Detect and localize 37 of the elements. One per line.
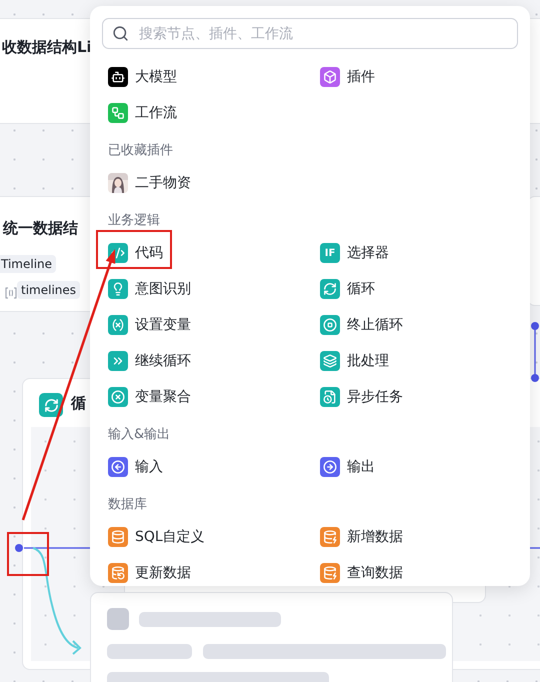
search-field[interactable]: 搜索节点、插件、工作流 bbox=[102, 18, 518, 49]
search-icon bbox=[112, 25, 129, 42]
port-dot[interactable] bbox=[531, 322, 539, 330]
array-icon bbox=[5, 287, 17, 299]
menu-item[interactable]: 大模型 bbox=[108, 59, 320, 95]
menu-item[interactable]: 查询数据 bbox=[320, 555, 520, 586]
menu-item[interactable]: 新增数据 bbox=[320, 519, 520, 555]
menu-item[interactable]: 循环 bbox=[320, 271, 520, 307]
node-title: 循 bbox=[71, 394, 86, 413]
menu-item[interactable]: 意图识别 bbox=[108, 271, 320, 307]
section-title: 数据库 bbox=[108, 496, 147, 514]
section-title: 已收藏插件 bbox=[108, 142, 173, 160]
cycle-icon bbox=[39, 393, 63, 417]
menu-item[interactable]: 工作流 bbox=[108, 95, 320, 131]
menu-item[interactable]: 批处理 bbox=[320, 343, 520, 379]
menu-item[interactable]: 更新数据 bbox=[108, 555, 320, 586]
if-icon: IF bbox=[320, 243, 340, 263]
skeleton-block bbox=[107, 608, 129, 630]
menu-item[interactable]: 异步任务 bbox=[320, 379, 520, 415]
highlight-frame bbox=[7, 532, 49, 576]
menu-item[interactable]: 设置变量 bbox=[108, 307, 320, 343]
port-dot[interactable] bbox=[531, 374, 539, 382]
menu-item[interactable]: IF 选择器 bbox=[320, 235, 520, 271]
field-tag: timelines bbox=[17, 281, 80, 299]
type-tag: Timeline bbox=[0, 255, 56, 273]
menu-item[interactable]: 继续循环 bbox=[108, 343, 320, 379]
menu-item[interactable]: 变量聚合 bbox=[108, 379, 320, 415]
menu-item[interactable]: 输出 bbox=[320, 449, 520, 485]
node-title: 统一数据结 bbox=[3, 219, 78, 238]
port-dot[interactable] bbox=[15, 544, 23, 552]
section-title: 输入&输出 bbox=[108, 426, 170, 444]
menu-item[interactable]: 二手物资 bbox=[108, 165, 320, 201]
menu-item[interactable]: 插件 bbox=[320, 59, 520, 95]
menu-item[interactable]: 输入 bbox=[108, 449, 320, 485]
menu-item[interactable]: SQL自定义 bbox=[108, 519, 320, 555]
menu-item[interactable]: 终止循环 bbox=[320, 307, 520, 343]
section-title: 业务逻辑 bbox=[108, 212, 160, 230]
